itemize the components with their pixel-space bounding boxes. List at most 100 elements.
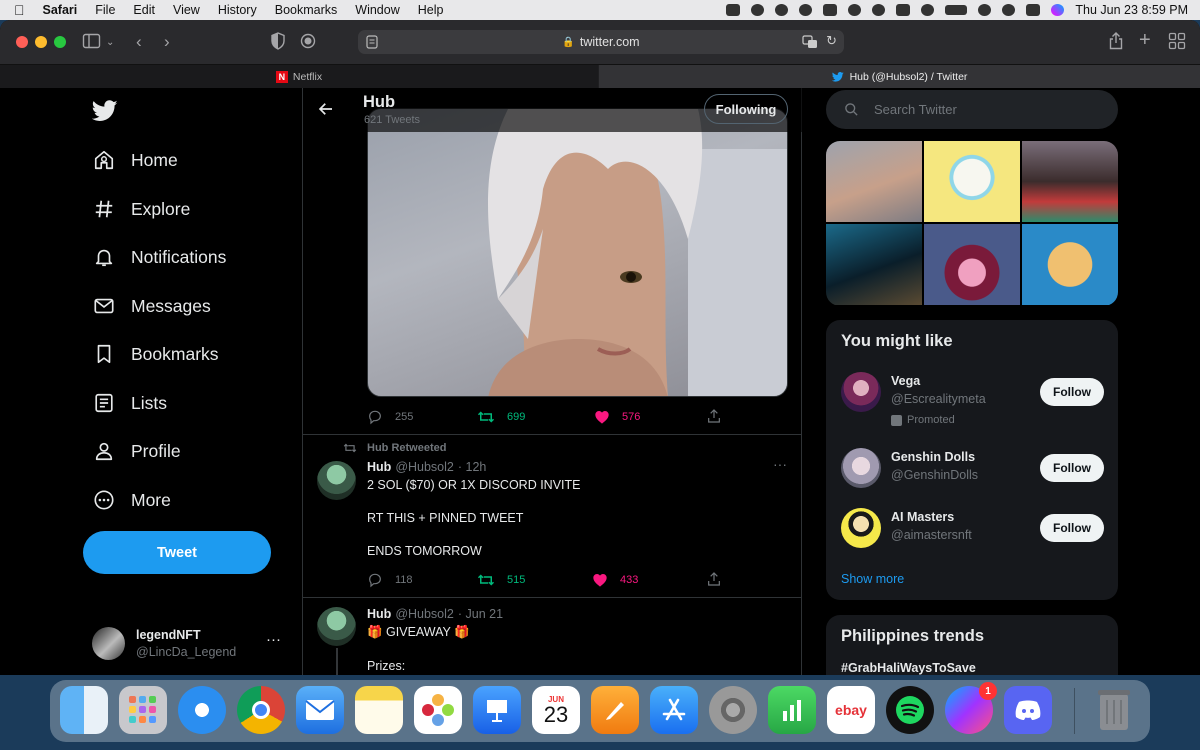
tweet[interactable]: Hub Retweeted Hub @Hubsol2 · 12h ··· 2 S… bbox=[303, 435, 802, 597]
discord-icon[interactable] bbox=[1004, 686, 1052, 734]
status-app-icon[interactable] bbox=[823, 4, 838, 16]
avatar[interactable] bbox=[317, 461, 356, 500]
tab-overview-icon[interactable] bbox=[1168, 32, 1186, 50]
tweet[interactable]: Hub @Hubsol2 · Jun 21 🎁 GIVEAWAY 🎁 Prize… bbox=[303, 598, 802, 675]
follow-button[interactable]: Follow bbox=[1040, 514, 1104, 542]
mail-app-icon[interactable] bbox=[296, 686, 344, 734]
address-bar[interactable]: 🔒 twitter.com ↻ bbox=[358, 30, 844, 54]
follow-button[interactable]: Follow bbox=[1040, 378, 1104, 406]
suggestion-item[interactable]: Vega @Escrealitymeta Promoted Follow bbox=[826, 364, 1118, 434]
suggestion-item[interactable]: AI Masters @aimastersnft Follow bbox=[826, 504, 1118, 560]
bluetooth-icon[interactable] bbox=[921, 4, 935, 16]
photos-icon[interactable] bbox=[414, 686, 462, 734]
page-menu-icon[interactable] bbox=[366, 35, 378, 49]
nav-lists[interactable]: Lists bbox=[92, 391, 167, 415]
suggestion-name[interactable]: AI Masters bbox=[891, 510, 954, 524]
menu-clock[interactable]: Thu Jun 23 8:59 PM bbox=[1075, 3, 1188, 17]
media-thumbnail[interactable] bbox=[924, 224, 1020, 305]
calendar-icon[interactable]: JUN 23 bbox=[532, 686, 580, 734]
forward-icon[interactable]: › bbox=[164, 32, 170, 52]
menu-history[interactable]: History bbox=[218, 3, 257, 17]
sidebar-toggle-icon[interactable] bbox=[82, 32, 102, 50]
tweet-button[interactable]: Tweet bbox=[83, 531, 271, 574]
translate-icon[interactable] bbox=[802, 35, 818, 49]
spotify-icon[interactable] bbox=[886, 686, 934, 734]
account-more-icon[interactable]: ··· bbox=[266, 631, 281, 648]
keynote-icon[interactable] bbox=[473, 686, 521, 734]
zoom-window-button[interactable] bbox=[54, 36, 66, 48]
media-thumbnail[interactable] bbox=[826, 224, 922, 305]
back-icon[interactable]: ‹ bbox=[136, 32, 142, 52]
wifi-icon[interactable] bbox=[978, 4, 992, 16]
tweet-media-image[interactable] bbox=[367, 108, 788, 397]
trend-item[interactable]: #GrabHaliWaysToSave bbox=[841, 661, 976, 675]
siri-icon[interactable] bbox=[1051, 4, 1065, 16]
safari-icon[interactable] bbox=[178, 686, 226, 734]
avatar[interactable] bbox=[841, 372, 881, 412]
nav-notifications[interactable]: Notifications bbox=[92, 245, 226, 269]
share-icon[interactable] bbox=[1108, 32, 1124, 50]
suggestion-name[interactable]: Genshin Dolls bbox=[891, 450, 975, 464]
chrome-icon[interactable] bbox=[237, 686, 285, 734]
trash-icon[interactable] bbox=[1090, 686, 1138, 734]
nav-bookmarks[interactable]: Bookmarks bbox=[92, 342, 219, 366]
minimize-window-button[interactable] bbox=[35, 36, 47, 48]
reload-icon[interactable]: ↻ bbox=[826, 33, 837, 49]
launchpad-icon[interactable] bbox=[119, 686, 167, 734]
media-thumbnail[interactable] bbox=[924, 141, 1020, 222]
avatar[interactable] bbox=[841, 448, 881, 488]
media-thumbnail[interactable] bbox=[1022, 224, 1118, 305]
show-more-link[interactable]: Show more bbox=[841, 572, 904, 586]
close-window-button[interactable] bbox=[16, 36, 28, 48]
menu-view[interactable]: View bbox=[173, 3, 200, 17]
tweet-time[interactable]: · 12h bbox=[458, 460, 487, 474]
numbers-icon[interactable] bbox=[768, 686, 816, 734]
nav-messages[interactable]: Messages bbox=[92, 294, 211, 318]
menu-window[interactable]: Window bbox=[355, 3, 399, 17]
control-center-icon[interactable] bbox=[1026, 4, 1041, 16]
status-play-icon[interactable] bbox=[799, 4, 813, 16]
privacy-shield-icon[interactable] bbox=[270, 32, 286, 50]
nav-home[interactable]: Home bbox=[92, 148, 178, 172]
retweet-button[interactable]: 699 bbox=[477, 409, 525, 425]
extension-icon[interactable] bbox=[300, 32, 316, 50]
menu-app-name[interactable]: Safari bbox=[43, 3, 78, 17]
suggestion-name[interactable]: Vega bbox=[891, 374, 920, 388]
follow-button[interactable]: Follow bbox=[1040, 454, 1104, 482]
new-tab-icon[interactable]: + bbox=[1139, 29, 1151, 52]
reply-button[interactable]: 255 bbox=[367, 409, 413, 425]
media-thumbnail[interactable] bbox=[826, 141, 922, 222]
like-button[interactable]: 576 bbox=[594, 409, 640, 425]
search-input[interactable]: Search Twitter bbox=[826, 90, 1118, 129]
status-app-icon[interactable] bbox=[775, 4, 789, 16]
account-switcher[interactable]: legendNFT @LincDa_Legend ··· bbox=[92, 623, 292, 663]
media-thumbnail[interactable] bbox=[1022, 141, 1118, 222]
author-name[interactable]: Hub bbox=[367, 607, 391, 621]
tab-netflix[interactable]: N Netflix bbox=[0, 65, 598, 89]
tab-twitter[interactable]: Hub (@Hubsol2) / Twitter bbox=[599, 65, 1200, 89]
notes-icon[interactable] bbox=[355, 686, 403, 734]
tweet-time[interactable]: · Jun 21 bbox=[458, 607, 503, 621]
status-app-icon[interactable] bbox=[751, 4, 765, 16]
spotlight-icon[interactable] bbox=[1002, 4, 1016, 16]
retweet-button[interactable]: 515 bbox=[477, 572, 525, 588]
battery-icon[interactable] bbox=[945, 5, 968, 15]
apple-menu-icon[interactable]:  bbox=[14, 2, 25, 18]
menu-edit[interactable]: Edit bbox=[133, 3, 155, 17]
system-preferences-icon[interactable] bbox=[709, 686, 757, 734]
nav-more[interactable]: More bbox=[92, 488, 171, 512]
chevron-down-icon[interactable]: ⌄ bbox=[106, 37, 114, 48]
menu-file[interactable]: File bbox=[95, 3, 115, 17]
back-arrow-icon[interactable] bbox=[317, 100, 335, 118]
pages-icon[interactable] bbox=[591, 686, 639, 734]
avatar[interactable] bbox=[841, 508, 881, 548]
airdrop-icon[interactable] bbox=[848, 4, 862, 16]
text-input-icon[interactable] bbox=[896, 4, 911, 16]
author-name[interactable]: Hub bbox=[367, 460, 391, 474]
ebay-icon[interactable]: ebay bbox=[827, 686, 875, 734]
tweet-more-icon[interactable]: ··· bbox=[773, 456, 787, 472]
moon-icon[interactable] bbox=[872, 4, 886, 16]
nav-explore[interactable]: Explore bbox=[92, 197, 190, 221]
suggestion-item[interactable]: Genshin Dolls @GenshinDolls Follow bbox=[826, 444, 1118, 500]
messenger-icon[interactable]: 1 bbox=[945, 682, 997, 734]
